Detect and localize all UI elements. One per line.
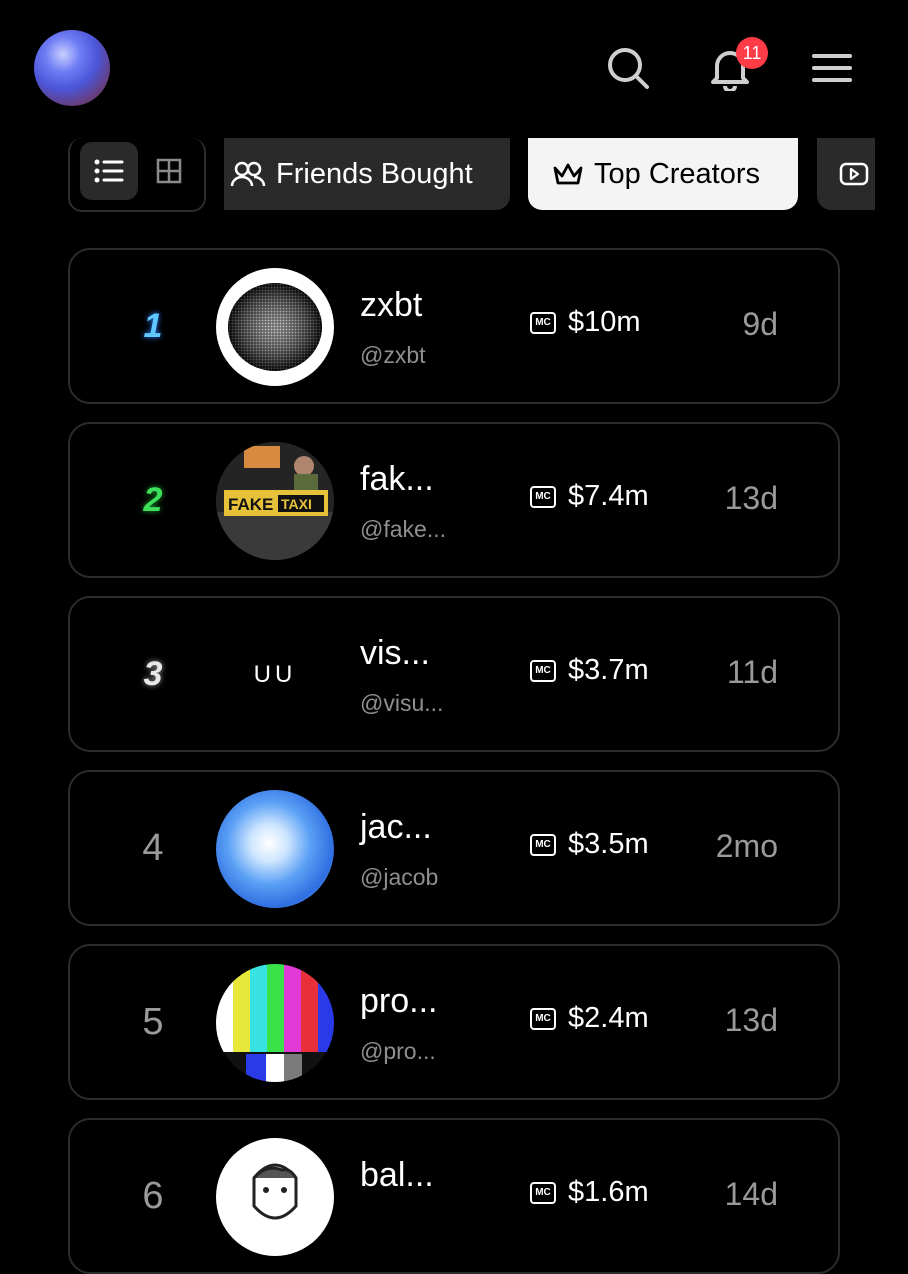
notification-badge: 11 [736, 37, 768, 69]
creator-handle: @visu... [360, 690, 444, 716]
market-cap: MC $2.4m [530, 1002, 649, 1035]
creator-age: 13d [724, 1002, 778, 1038]
top-bar: 11 [0, 0, 908, 130]
mc-icon: MC [530, 1007, 556, 1030]
rank-badge: 2 [143, 480, 163, 519]
list-icon [94, 159, 124, 183]
creator-name: fak... [360, 460, 434, 498]
mc-icon: MC [530, 311, 556, 334]
creator-name: bal... [360, 1156, 434, 1194]
tab-video[interactable] [817, 138, 875, 210]
avatar: FAKE TAXI [216, 442, 334, 560]
creator-handle: @fake... [360, 516, 446, 542]
grid-icon [156, 158, 182, 184]
app-logo[interactable] [34, 30, 110, 106]
creator-handle: @pro... [360, 1038, 436, 1064]
tab-friends-bought[interactable]: Friends Bought [224, 138, 510, 210]
market-cap-value: $7.4m [568, 480, 649, 512]
rank-number: 4 [142, 826, 164, 869]
rank-number: 5 [142, 1000, 164, 1043]
rank-badge: 1 [143, 306, 163, 345]
market-cap: MC $3.5m [530, 828, 649, 861]
creator-row[interactable]: 6 bal... MC $1.6m 14d [68, 1118, 840, 1274]
avatar: UU [216, 616, 334, 734]
avatar [216, 790, 334, 908]
creator-handle: @zxbt [360, 342, 426, 368]
market-cap-value: $3.7m [568, 654, 649, 686]
creator-name: vis... [360, 634, 430, 672]
creator-row[interactable]: 5 pro... @pro... MC $2.4m 13d [68, 944, 840, 1100]
market-cap-value: $3.5m [568, 828, 649, 860]
market-cap: MC $10m [530, 306, 641, 339]
market-cap: MC $1.6m [530, 1176, 649, 1209]
menu-icon[interactable] [808, 44, 856, 92]
rank-number: 6 [142, 1174, 164, 1217]
search-icon[interactable] [604, 44, 652, 92]
taxi-sign-fake: FAKE [228, 495, 273, 514]
market-cap: MC $7.4m [530, 480, 649, 513]
creator-handle: @jacob [360, 864, 439, 890]
market-cap-value: $1.6m [568, 1176, 649, 1208]
creator-age: 14d [724, 1176, 778, 1212]
creator-row[interactable]: 1 zxbt @zxbt MC $10m 9d [68, 248, 840, 404]
market-cap: MC $3.7m [530, 654, 649, 687]
list-view-button[interactable] [80, 142, 138, 200]
mc-icon: MC [530, 833, 556, 856]
avatar [216, 1138, 334, 1256]
taxi-sign-taxi: TAXI [281, 496, 312, 512]
creator-age: 13d [724, 480, 778, 516]
creator-age: 9d [742, 306, 778, 342]
creator-row[interactable]: 2 FAKE TAXI fak... @fake... MC $7.4m 13d [68, 422, 840, 578]
mc-icon: MC [530, 659, 556, 682]
rank-badge: 3 [143, 654, 163, 693]
filter-tabs: Friends Bought Top Creators [0, 138, 908, 214]
avatar-text: UU [253, 661, 297, 688]
video-icon [839, 162, 869, 186]
mc-icon: MC [530, 485, 556, 508]
tab-top-creators[interactable]: Top Creators [528, 138, 798, 210]
tab-label: Top Creators [594, 157, 761, 190]
view-toggle [68, 138, 206, 212]
creator-age: 2mo [715, 828, 778, 864]
tab-label: Friends Bought [276, 157, 473, 190]
market-cap-value: $10m [568, 306, 641, 338]
market-cap-value: $2.4m [568, 1002, 649, 1034]
creator-name: zxbt [360, 286, 423, 324]
mc-icon: MC [530, 1181, 556, 1204]
creator-row[interactable]: 3 UU vis... @visu... MC $3.7m 11d [68, 596, 840, 752]
creator-age: 11d [726, 654, 778, 690]
avatar [216, 268, 334, 386]
users-icon [230, 161, 266, 187]
crown-icon [553, 163, 583, 185]
grid-view-button[interactable] [140, 142, 198, 200]
avatar [216, 964, 334, 1082]
creator-row[interactable]: 4 jac... @jacob MC $3.5m 2mo [68, 770, 840, 926]
creator-name: pro... [360, 982, 438, 1020]
creator-name: jac... [360, 808, 432, 846]
